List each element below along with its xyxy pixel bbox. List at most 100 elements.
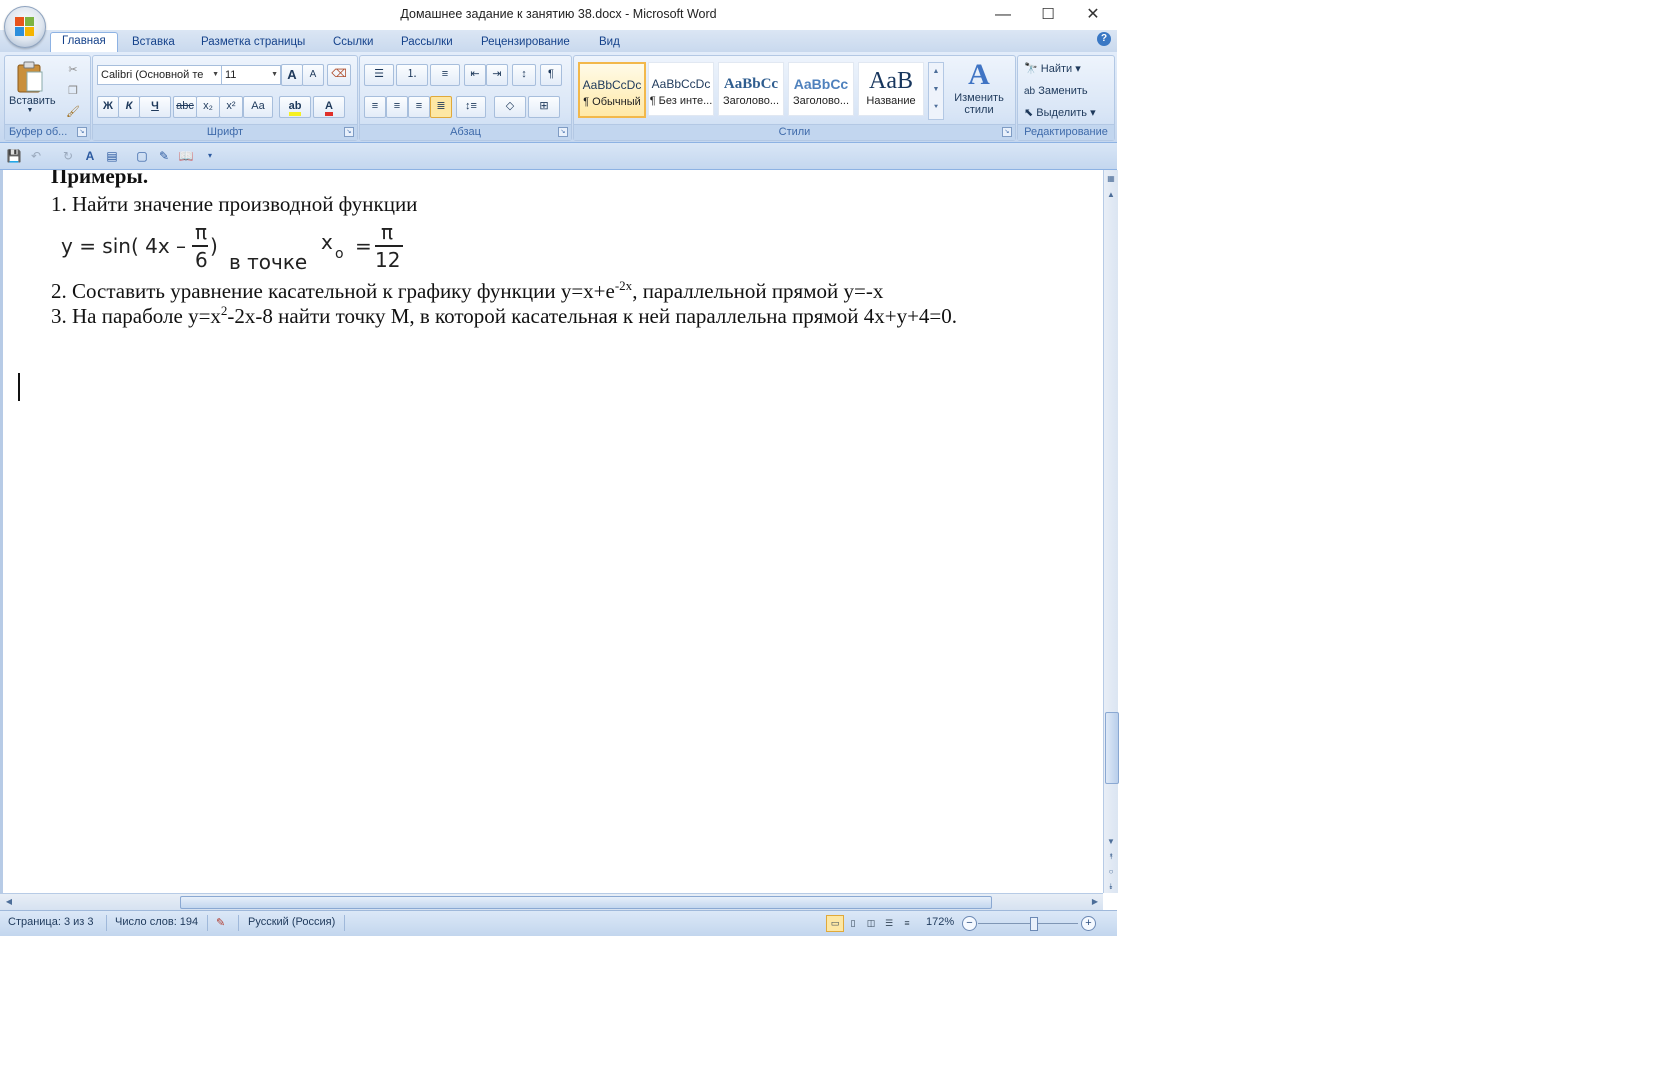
increase-indent-icon[interactable]: ⇥ [486, 64, 508, 86]
cut-icon[interactable]: ✂ [63, 60, 83, 82]
next-page-icon[interactable]: ⯯ [1104, 880, 1118, 894]
subscript-button[interactable]: x₂ [196, 96, 220, 118]
full-screen-view-icon[interactable]: ▯ [844, 915, 862, 932]
style-heading-1[interactable]: AaBbCc Заголово... [718, 62, 784, 116]
paste-dropdown-icon[interactable]: ▼ [9, 107, 51, 114]
align-left-icon[interactable]: ≡ [364, 96, 386, 118]
new-document-icon[interactable]: ▢ [134, 148, 150, 164]
proofing-icon[interactable]: ✎ [216, 916, 225, 929]
clipboard-launcher-icon[interactable]: ↘ [77, 127, 87, 137]
office-button[interactable] [4, 6, 46, 48]
shrink-font-button[interactable]: A [302, 64, 324, 86]
multilevel-list-icon[interactable]: ≡ [430, 64, 460, 86]
style-title[interactable]: AaB Название [858, 62, 924, 116]
web-layout-view-icon[interactable]: ◫ [862, 915, 880, 932]
underline-button[interactable]: Ч [139, 96, 171, 118]
font-a-icon[interactable]: A [82, 148, 98, 164]
open-icon[interactable]: 📖 [178, 148, 194, 164]
help-icon[interactable]: ? [1097, 32, 1111, 46]
edit-document-icon[interactable]: ✎ [156, 148, 172, 164]
tab-home[interactable]: Главная [50, 32, 118, 53]
outline-view-icon[interactable]: ☰ [880, 915, 898, 932]
scroll-down-icon[interactable]: ▼ [1104, 835, 1118, 849]
horizontal-scroll-thumb[interactable] [180, 896, 992, 909]
superscript-button[interactable]: x² [219, 96, 243, 118]
find-button[interactable]: 🔭 Найти ▾ [1024, 60, 1081, 78]
print-layout-view-icon[interactable]: ▭ [826, 915, 844, 932]
select-label: Выделить [1036, 107, 1088, 119]
select-button[interactable]: ⬉ Выделить ▾ [1024, 104, 1096, 122]
vertical-scrollbar[interactable]: ▦ ▲ ▼ ⯭ ○ ⯯ [1103, 170, 1119, 894]
print-preview-icon[interactable]: ▤ [104, 148, 120, 164]
tab-mailings[interactable]: Рассылки [390, 34, 464, 52]
maximize-button[interactable]: ☐ [1025, 0, 1071, 30]
draft-view-icon[interactable]: ≡ [898, 915, 916, 932]
minimize-button[interactable]: — [980, 0, 1026, 30]
scroll-right-icon[interactable]: ▶ [1088, 894, 1102, 910]
shading-icon[interactable]: ◇ [494, 96, 526, 118]
scroll-left-icon[interactable]: ◀ [2, 894, 16, 910]
redo-icon[interactable]: ↻ [60, 148, 76, 164]
justify-icon[interactable]: ≣ [430, 96, 452, 118]
decrease-indent-icon[interactable]: ⇤ [464, 64, 486, 86]
font-name-combo[interactable]: Calibri (Основной те ▼ [97, 65, 222, 85]
strikethrough-button[interactable]: abc [173, 96, 197, 118]
doc-item-1: 1. Найти значение производной функции [51, 192, 418, 216]
align-right-icon[interactable]: ≡ [408, 96, 430, 118]
horizontal-scrollbar[interactable]: ◀ ▶ [0, 893, 1103, 910]
grow-font-button[interactable]: A [281, 64, 303, 86]
italic-button[interactable]: К [118, 96, 140, 118]
bold-button[interactable]: Ж [97, 96, 119, 118]
align-center-icon[interactable]: ≡ [386, 96, 408, 118]
replace-button[interactable]: ab Заменить [1024, 82, 1088, 100]
change-case-button[interactable]: Aa [243, 96, 273, 118]
style-no-spacing[interactable]: AaBbCcDc ¶ Без инте... [648, 62, 714, 116]
close-button[interactable]: ✕ [1070, 0, 1116, 30]
font-launcher-icon[interactable]: ↘ [344, 127, 354, 137]
style-heading-2[interactable]: AaBbCc Заголово... [788, 62, 854, 116]
browse-object-icon[interactable]: ○ [1104, 865, 1118, 879]
document-area[interactable]: Примеры. 1. Найти значение производной ф… [0, 170, 1106, 893]
styles-scroll-icon[interactable]: ▲ ▼ ⯆ [928, 62, 944, 120]
styles-launcher-icon[interactable]: ↘ [1002, 127, 1012, 137]
change-styles-button[interactable]: A Изменить стили [948, 58, 1010, 122]
customize-qat-icon[interactable]: ▾ [202, 148, 218, 164]
tab-references[interactable]: Ссылки [322, 34, 385, 52]
copy-icon[interactable]: ❐ [63, 81, 83, 103]
bullets-icon[interactable]: ☰ [364, 64, 394, 86]
formula-fraction-bar-1 [192, 245, 208, 247]
tab-page-layout[interactable]: Разметка страницы [190, 34, 316, 52]
zoom-in-icon[interactable]: + [1081, 916, 1096, 931]
numbering-icon[interactable]: ⒈ [396, 64, 428, 86]
zoom-slider[interactable] [978, 923, 1078, 924]
zoom-level[interactable]: 172% [926, 916, 954, 928]
paste-button[interactable]: Вставить ▼ [9, 58, 56, 120]
line-spacing-icon[interactable]: ↕≡ [456, 96, 486, 118]
scroll-up-icon[interactable]: ▲ [1104, 188, 1118, 202]
office-logo-icon [15, 17, 35, 37]
zoom-slider-knob[interactable] [1030, 917, 1038, 931]
tab-insert[interactable]: Вставка [121, 34, 186, 52]
clear-formatting-icon[interactable]: ⌫ [327, 64, 351, 86]
sort-icon[interactable]: ↕ [512, 64, 536, 86]
previous-page-icon[interactable]: ⯭ [1104, 850, 1118, 864]
font-color-button[interactable]: A [313, 96, 345, 118]
style-normal[interactable]: AaBbCcDc ¶ Обычный [578, 62, 646, 118]
ruler-toggle-icon[interactable]: ▦ [1104, 172, 1118, 186]
vertical-scroll-thumb[interactable] [1105, 712, 1119, 784]
show-formatting-button[interactable]: ¶ [540, 64, 562, 86]
tab-view[interactable]: Вид [588, 34, 631, 52]
formula-var: x [321, 230, 333, 254]
language[interactable]: Русский (Россия) [248, 916, 335, 928]
format-painter-icon[interactable]: 🖌 [63, 102, 83, 124]
tab-review[interactable]: Рецензирование [470, 34, 581, 52]
font-size-combo[interactable]: 11 ▼ [221, 65, 281, 85]
undo-icon[interactable]: ↶ [28, 148, 44, 164]
paragraph-launcher-icon[interactable]: ↘ [558, 127, 568, 137]
save-icon[interactable]: 💾 [6, 148, 22, 164]
word-count[interactable]: Число слов: 194 [115, 916, 198, 928]
page-count[interactable]: Страница: 3 из 3 [8, 916, 94, 928]
highlight-button[interactable]: ab [279, 96, 311, 118]
zoom-out-icon[interactable]: − [962, 916, 977, 931]
borders-icon[interactable]: ⊞ [528, 96, 560, 118]
